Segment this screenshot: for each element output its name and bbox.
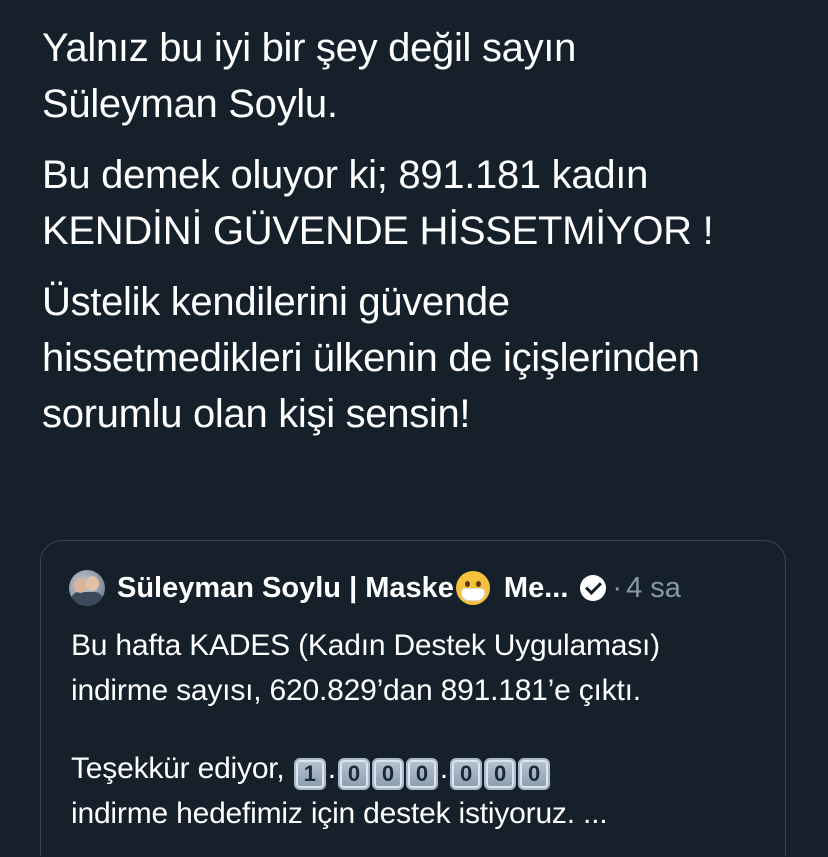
avatar[interactable] [69,570,105,606]
keycap-separator: . [327,752,336,785]
tweet-paragraph: Üstelik kendilerini güvende hissetmedikl… [42,274,812,442]
quoted-tweet-card[interactable]: Süleyman Soylu | Maske Me... · 4 sa Bu h… [40,540,786,856]
tweet-line: Yalnız bu iyi bir şey değil sayın [42,26,577,70]
tweet-text: Yalnız bu iyi bir şey değil sayın Süleym… [42,20,812,457]
quoted-tweet-header: Süleyman Soylu | Maske Me... · 4 sa [69,568,681,608]
keycap-digit: 0 [518,758,550,790]
face-with-medical-mask-icon [455,571,490,605]
keycap-digit: 0 [405,758,438,790]
quoted-line: indirme hedefimiz için destek istiyoruz.… [71,797,608,830]
quoted-author-name-truncated[interactable]: Me... [504,572,568,605]
separator-dot: · [612,571,623,604]
tweet-line: hissetmedikleri ülkenin de içişlerinden [42,336,700,380]
quoted-line: Bu hafta KADES (Kadın Destek Uygulaması) [71,629,660,662]
quoted-tweet-body: Bu hafta KADES (Kadın Destek Uygulaması)… [71,623,771,836]
tweet-line: Süleyman Soylu. [42,82,338,126]
tweet-line: Bu demek oluyor ki; 891.181 kadın [42,153,649,197]
keycap-digit: 0 [371,758,404,790]
tweet-line: KENDİNİ GÜVENDE HİSSETMİYOR ! [42,209,714,253]
tweet-paragraph: Bu demek oluyor ki; 891.181 kadın KENDİN… [42,147,812,259]
keycap-separator: . [439,752,448,785]
keycap-digit: 1 [293,758,326,790]
quoted-line: indirme sayısı, 620.829’dan 891.181’e çı… [71,674,641,707]
quoted-tweet-time[interactable]: 4 sa [626,572,681,605]
quoted-line-keycaps: Teşekkür ediyor, 1.000.000 [71,746,771,791]
tweet-paragraph: Yalnız bu iyi bir şey değil sayın Süleym… [42,20,812,132]
keycap-digit: 0 [484,758,516,790]
tweet-line: sorumlu olan kişi sensin! [42,392,471,436]
keycap-digit: 0 [450,758,482,790]
tweet-line: Üstelik kendilerini güvende [42,280,510,324]
quoted-line-prefix: Teşekkür ediyor, [71,752,285,785]
keycap-digit: 0 [337,758,370,790]
verified-badge-icon [580,575,607,601]
quoted-author-name[interactable]: Süleyman Soylu | Maske [117,572,454,605]
